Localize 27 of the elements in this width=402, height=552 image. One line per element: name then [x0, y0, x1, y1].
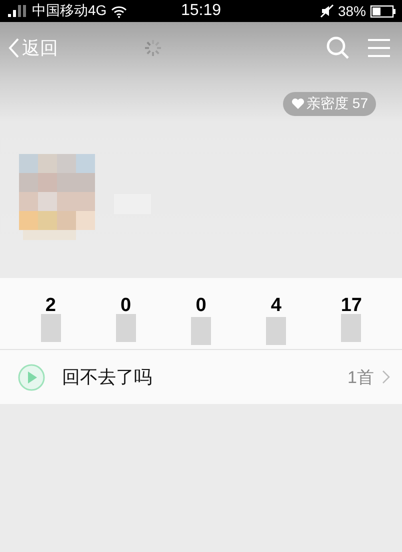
- redacted-label: [266, 317, 286, 345]
- loading-spinner-icon: [143, 38, 163, 58]
- clock: 15:19: [180, 2, 222, 20]
- redacted-label: [191, 317, 211, 345]
- redacted-label: [40, 314, 61, 342]
- chevron-right-icon: [382, 370, 390, 384]
- song-title[interactable]: 回不去了吗: [62, 365, 348, 389]
- stat-value: 0: [196, 296, 206, 316]
- stat-value: 17: [340, 296, 362, 316]
- play-icon[interactable]: [18, 364, 45, 390]
- intimacy-badge: 亲密度 57: [282, 92, 376, 116]
- stat-value: 0: [120, 296, 132, 316]
- song-count: 1首: [348, 366, 374, 388]
- battery-icon: [370, 4, 396, 18]
- redacted-label: [116, 314, 136, 342]
- signal-icon: [6, 4, 28, 18]
- wifi-icon: [110, 4, 127, 18]
- back-chevron-icon: [8, 37, 20, 59]
- stat-value: 2: [45, 296, 56, 316]
- stat-value: 4: [270, 296, 282, 316]
- heart-icon: [290, 98, 305, 110]
- mute-icon: [320, 4, 334, 18]
- redacted-label: [341, 314, 362, 342]
- menu-button[interactable]: [368, 38, 390, 58]
- search-button[interactable]: [326, 36, 350, 60]
- carrier-label: 中国移动4G: [32, 2, 107, 20]
- battery-percent: 38%: [338, 3, 366, 19]
